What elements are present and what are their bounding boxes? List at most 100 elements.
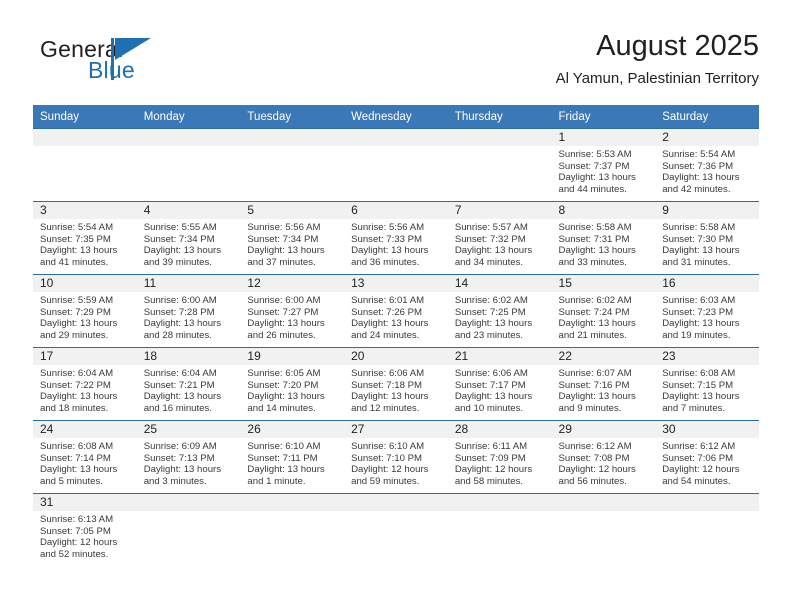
calendar-day-cell[interactable]: 23 Sunrise: 6:08 AM Sunset: 7:15 PM Dayligh… (655, 347, 759, 421)
calendar-day-cell[interactable]: 22 Sunrise: 6:07 AM Sunset: 7:16 PM Dayligh… (551, 347, 656, 421)
calendar-day-cell[interactable]: 16 Sunrise: 6:03 AM Sunset: 7:23 PM Dayligh… (655, 274, 759, 348)
sunset-text: Sunset: 7:35 PM (40, 233, 111, 245)
calendar-day-cell-empty (136, 493, 241, 566)
calendar-day-cell[interactable]: 11 Sunrise: 6:00 AM Sunset: 7:28 PM Dayligh… (136, 274, 241, 348)
weekday-header-friday: Friday (551, 105, 656, 129)
day-number (344, 129, 448, 146)
day-number: 15 (551, 275, 656, 292)
sunset-text: Sunset: 7:05 PM (40, 525, 111, 537)
daylight-text-line1: Daylight: 13 hours (558, 172, 636, 184)
daylight-text-line2: and 37 minutes. (247, 256, 316, 268)
day-number (447, 494, 552, 511)
daylight-text-line1: Daylight: 13 hours (40, 245, 118, 257)
calendar-day-cell[interactable]: 7 Sunrise: 5:57 AM Sunset: 7:32 PM Daylight… (447, 201, 552, 275)
calendar-body: 1 Sunrise: 5:53 AM Sunset: 7:37 PM Daylight… (33, 128, 759, 566)
sunrise-text: Sunrise: 5:58 AM (662, 222, 736, 233)
sunrise-text: Sunrise: 6:02 AM (558, 295, 632, 306)
calendar-day-cell-empty (33, 128, 137, 202)
calendar-day-cell[interactable]: 30 Sunrise: 6:12 AM Sunset: 7:06 PM Dayligh… (655, 420, 759, 494)
daylight-text-line2: and 33 minutes. (558, 256, 627, 268)
location-subtitle: Al Yamun, Palestinian Territory (555, 70, 759, 87)
day-number: 7 (447, 202, 552, 219)
daylight-text-line1: Daylight: 13 hours (351, 318, 429, 330)
calendar-day-cell[interactable]: 17 Sunrise: 6:04 AM Sunset: 7:22 PM Dayligh… (33, 347, 137, 421)
sunrise-text: Sunrise: 5:55 AM (143, 222, 217, 233)
day-details: Sunrise: 6:07 AM Sunset: 7:16 PM Daylight:… (552, 365, 656, 414)
sunrise-text: Sunrise: 6:06 AM (351, 368, 425, 379)
day-number: 31 (33, 494, 137, 511)
day-number: 3 (33, 202, 137, 219)
calendar-day-cell-empty (655, 493, 759, 566)
daylight-text-line1: Daylight: 13 hours (558, 245, 636, 257)
sunset-text: Sunset: 7:08 PM (558, 452, 630, 464)
calendar-day-cell[interactable]: 9 Sunrise: 5:58 AM Sunset: 7:30 PM Daylight… (655, 201, 759, 275)
day-number (551, 494, 656, 511)
daylight-text-line2: and 34 minutes. (454, 256, 524, 268)
daylight-text-line2: and 36 minutes. (351, 256, 420, 268)
sunset-text: Sunset: 7:34 PM (247, 233, 319, 245)
sunrise-text: Sunrise: 6:02 AM (454, 295, 528, 306)
calendar-day-cell[interactable]: 14 Sunrise: 6:02 AM Sunset: 7:25 PM Dayligh… (447, 274, 552, 348)
daylight-text-line2: and 3 minutes. (143, 475, 207, 487)
calendar-day-cell[interactable]: 1 Sunrise: 5:53 AM Sunset: 7:37 PM Daylight… (551, 128, 656, 202)
calendar-day-cell[interactable]: 28 Sunrise: 6:11 AM Sunset: 7:09 PM Dayligh… (447, 420, 552, 494)
calendar-day-cell[interactable]: 8 Sunrise: 5:58 AM Sunset: 7:31 PM Daylight… (551, 201, 656, 275)
daylight-text-line1: Daylight: 13 hours (351, 391, 429, 403)
calendar-day-cell[interactable]: 3 Sunrise: 5:54 AM Sunset: 7:35 PM Daylight… (33, 201, 137, 275)
day-details: Sunrise: 6:03 AM Sunset: 7:23 PM Daylight:… (655, 292, 759, 341)
calendar-day-cell[interactable]: 21 Sunrise: 6:06 AM Sunset: 7:17 PM Dayligh… (447, 347, 552, 421)
day-details: Sunrise: 6:12 AM Sunset: 7:08 PM Daylight:… (552, 438, 656, 487)
sunrise-text: Sunrise: 5:53 AM (558, 149, 632, 160)
sunrise-text: Sunrise: 6:12 AM (558, 441, 632, 452)
daylight-text-line2: and 26 minutes. (247, 329, 316, 341)
calendar-day-cell[interactable]: 18 Sunrise: 6:04 AM Sunset: 7:21 PM Dayligh… (136, 347, 241, 421)
calendar-day-cell[interactable]: 10 Sunrise: 5:59 AM Sunset: 7:29 PM Dayligh… (33, 274, 137, 348)
day-details: Sunrise: 6:10 AM Sunset: 7:10 PM Daylight:… (344, 438, 448, 487)
sunrise-text: Sunrise: 6:00 AM (143, 295, 217, 306)
calendar-day-cell[interactable]: 6 Sunrise: 5:56 AM Sunset: 7:33 PM Daylight… (344, 201, 448, 275)
sunrise-text: Sunrise: 6:12 AM (662, 441, 736, 452)
calendar-day-cell[interactable]: 25 Sunrise: 6:09 AM Sunset: 7:13 PM Dayligh… (136, 420, 241, 494)
calendar-day-cell[interactable]: 13 Sunrise: 6:01 AM Sunset: 7:26 PM Dayligh… (344, 274, 448, 348)
day-number: 8 (551, 202, 656, 219)
day-number: 18 (136, 348, 241, 365)
day-number: 12 (240, 275, 345, 292)
day-number: 2 (655, 129, 759, 146)
sunset-text: Sunset: 7:16 PM (558, 379, 630, 391)
calendar-day-cell[interactable]: 27 Sunrise: 6:10 AM Sunset: 7:10 PM Dayligh… (344, 420, 448, 494)
day-details: Sunrise: 6:01 AM Sunset: 7:26 PM Daylight:… (344, 292, 448, 341)
calendar-day-cell[interactable]: 5 Sunrise: 5:56 AM Sunset: 7:34 PM Daylight… (240, 201, 345, 275)
daylight-text-line2: and 24 minutes. (351, 329, 420, 341)
sunrise-text: Sunrise: 5:54 AM (662, 149, 736, 160)
calendar-day-cell[interactable]: 24 Sunrise: 6:08 AM Sunset: 7:14 PM Dayligh… (33, 420, 137, 494)
calendar-day-cell[interactable]: 26 Sunrise: 6:10 AM Sunset: 7:11 PM Dayligh… (240, 420, 345, 494)
calendar-day-cell[interactable]: 29 Sunrise: 6:12 AM Sunset: 7:08 PM Dayligh… (551, 420, 656, 494)
sunrise-text: Sunrise: 6:08 AM (662, 368, 736, 379)
sunset-text: Sunset: 7:06 PM (662, 452, 734, 464)
day-number (33, 129, 137, 146)
calendar-day-cell[interactable]: 15 Sunrise: 6:02 AM Sunset: 7:24 PM Dayligh… (551, 274, 656, 348)
calendar-day-cell[interactable]: 4 Sunrise: 5:55 AM Sunset: 7:34 PM Daylight… (136, 201, 241, 275)
daylight-text-line1: Daylight: 13 hours (143, 245, 222, 257)
sunrise-text: Sunrise: 6:09 AM (143, 441, 217, 452)
day-number (136, 494, 241, 511)
general-blue-logo: General Blue (33, 36, 253, 92)
day-number (655, 494, 759, 511)
calendar-day-cell[interactable]: 19 Sunrise: 6:05 AM Sunset: 7:20 PM Dayligh… (240, 347, 345, 421)
calendar-day-cell-empty (136, 128, 241, 202)
day-number: 6 (344, 202, 448, 219)
calendar-day-cell[interactable]: 20 Sunrise: 6:06 AM Sunset: 7:18 PM Dayligh… (344, 347, 448, 421)
daylight-text-line2: and 12 minutes. (351, 402, 420, 414)
day-number: 11 (136, 275, 241, 292)
calendar-day-cell[interactable]: 2 Sunrise: 5:54 AM Sunset: 7:36 PM Daylight… (655, 128, 759, 202)
sunrise-text: Sunrise: 6:00 AM (247, 295, 321, 306)
sunset-text: Sunset: 7:28 PM (143, 306, 215, 318)
sunset-text: Sunset: 7:17 PM (454, 379, 526, 391)
calendar-page: General Blue August 2025 Al Yamun, Pales… (0, 0, 792, 612)
calendar-day-cell[interactable]: 12 Sunrise: 6:00 AM Sunset: 7:27 PM Dayligh… (240, 274, 345, 348)
calendar-day-cell[interactable]: 31 Sunrise: 6:13 AM Sunset: 7:05 PM Dayligh… (33, 493, 137, 566)
day-details: Sunrise: 6:09 AM Sunset: 7:13 PM Daylight:… (137, 438, 241, 487)
day-number: 28 (447, 421, 552, 438)
day-details: Sunrise: 6:06 AM Sunset: 7:17 PM Daylight:… (448, 365, 552, 414)
sunset-text: Sunset: 7:26 PM (351, 306, 423, 318)
